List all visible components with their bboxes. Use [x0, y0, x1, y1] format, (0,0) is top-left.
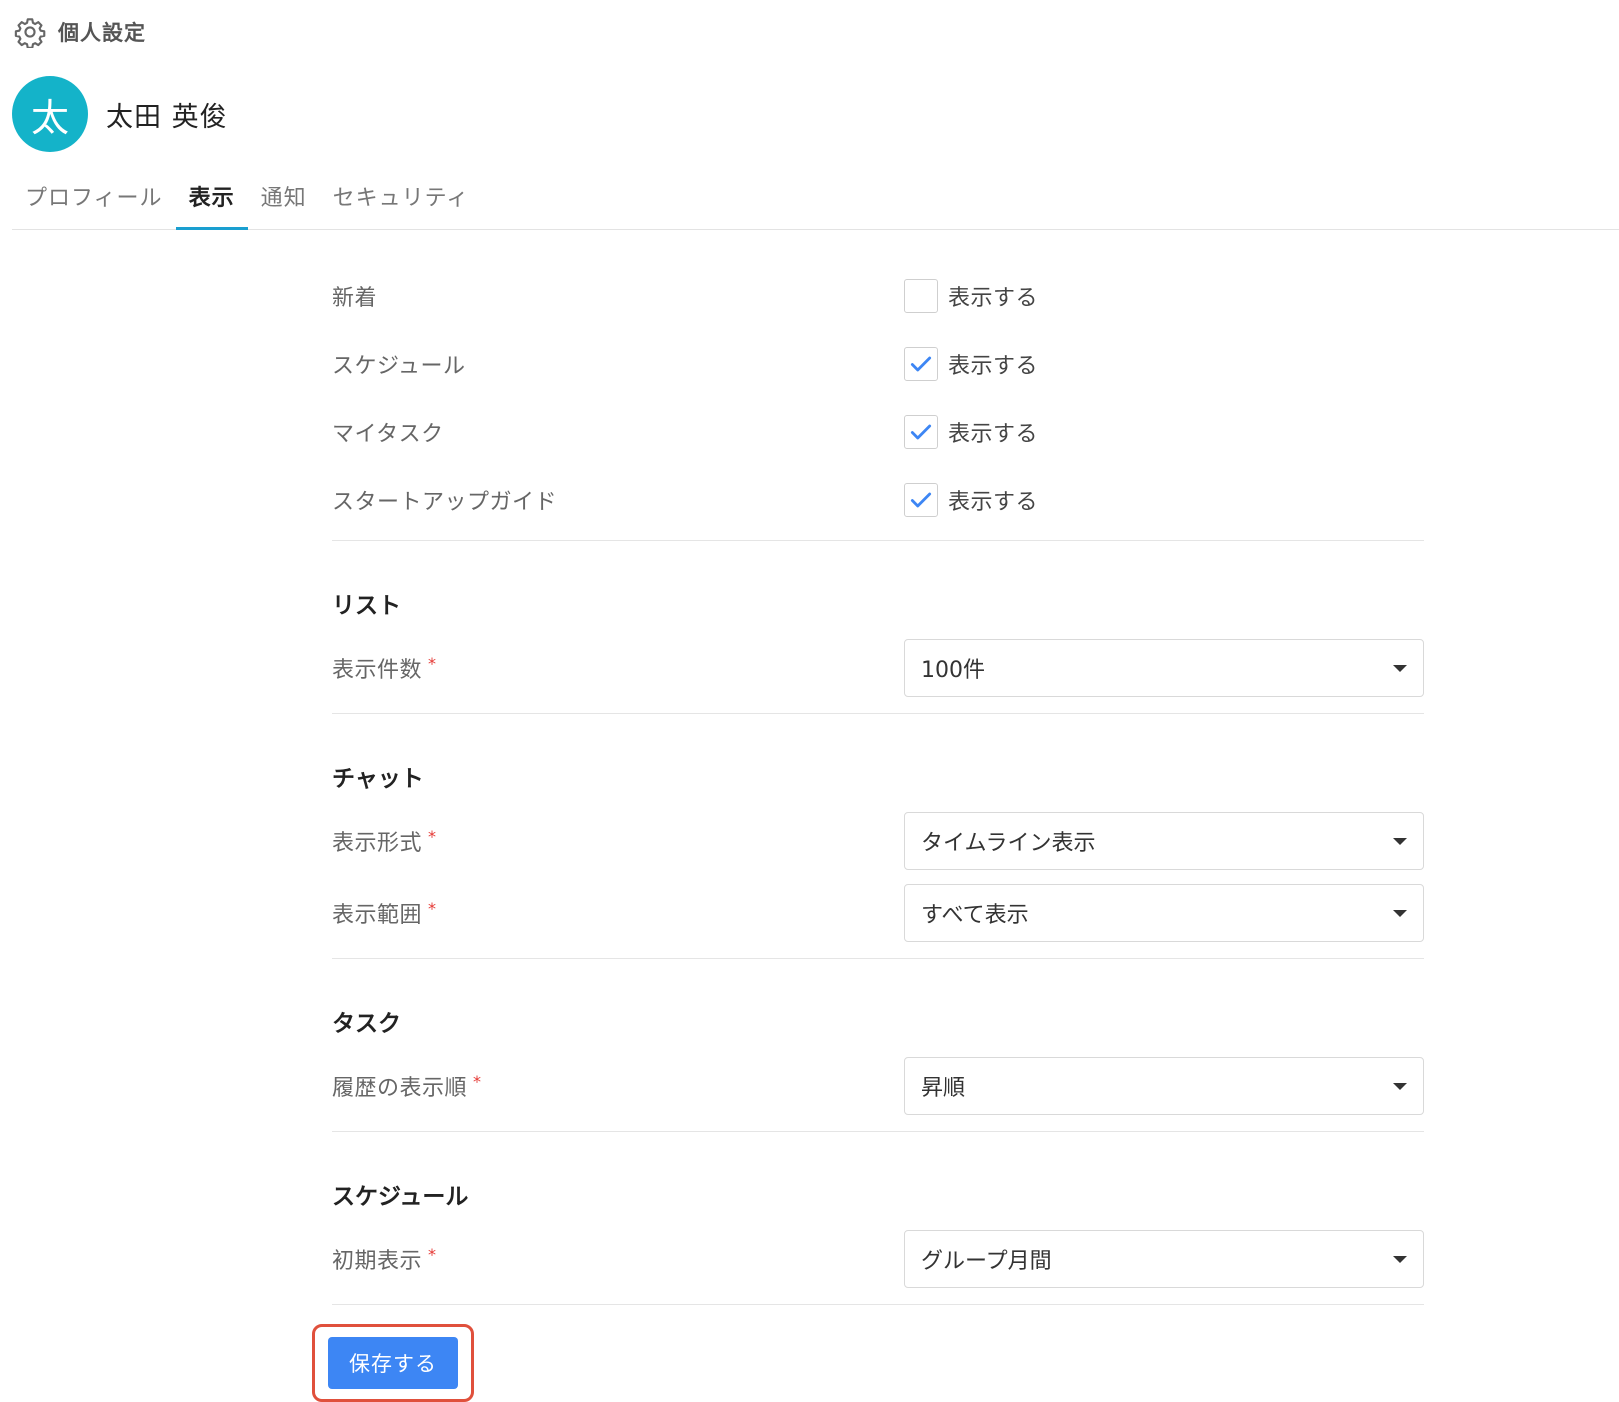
section-title-task: タスク [332, 1011, 401, 1037]
chat-range-label-wrap: 表示範囲 * [332, 897, 904, 929]
checkbox-label: 表示する [948, 354, 1039, 379]
display-item-checkbox[interactable] [904, 483, 938, 517]
gear-icon [14, 18, 46, 48]
user-info: 太 太田 英俊 [12, 76, 228, 152]
display-item-label: スケジュール [332, 354, 466, 379]
save-button-highlight: 保存する [312, 1324, 474, 1402]
required-mark: * [428, 826, 437, 846]
select-value: すべて表示 [921, 903, 1029, 928]
check-icon [910, 356, 932, 372]
schedule-initial-label-wrap: 初期表示 * [332, 1243, 904, 1275]
chat-range-row: 表示範囲 * すべて表示 [332, 884, 1424, 942]
select-value: 昇順 [921, 1076, 966, 1101]
list-count-label: 表示件数 [332, 658, 423, 683]
required-mark: * [473, 1071, 482, 1091]
tab-security[interactable]: セキュリティ [320, 178, 483, 229]
checkbox-label: 表示する [948, 490, 1039, 515]
section-title-list: リスト [332, 593, 401, 619]
display-item-row: 新着 表示する [332, 262, 1424, 330]
display-item-checkbox[interactable] [904, 415, 938, 449]
display-item-checkbox[interactable] [904, 279, 938, 313]
task-order-label-wrap: 履歴の表示順 * [332, 1070, 904, 1102]
chat-format-select[interactable]: タイムライン表示 [904, 812, 1424, 870]
tab-display[interactable]: 表示 [175, 178, 248, 230]
checkbox-label: 表示する [948, 422, 1039, 447]
list-count-row: 表示件数 * 100件 [332, 639, 1424, 697]
divider [332, 1131, 1424, 1132]
chat-format-label: 表示形式 [332, 831, 423, 856]
page-header: 個人設定 [14, 14, 146, 50]
select-value: グループ月間 [921, 1249, 1052, 1274]
display-item-checkbox[interactable] [904, 347, 938, 381]
save-button[interactable]: 保存する [328, 1337, 458, 1389]
display-item-row: スケジュール 表示する [332, 330, 1424, 398]
display-item-label: マイタスク [332, 422, 444, 447]
section-title-chat: チャット [332, 766, 424, 792]
required-mark: * [428, 898, 437, 918]
task-order-row: 履歴の表示順 * 昇順 [332, 1057, 1424, 1115]
display-settings-form: 新着 表示する スケジュール 表示する マイタスク 表示する スタートアップガイ… [332, 262, 1424, 1305]
divider [332, 958, 1424, 959]
required-mark: * [428, 653, 437, 673]
check-icon [910, 424, 932, 440]
display-item-row: マイタスク 表示する [332, 398, 1424, 466]
schedule-initial-select[interactable]: グループ月間 [904, 1230, 1424, 1288]
divider [332, 1304, 1424, 1305]
divider [332, 713, 1424, 714]
select-value: タイムライン表示 [921, 831, 1096, 856]
list-count-select[interactable]: 100件 [904, 639, 1424, 697]
list-count-label-wrap: 表示件数 * [332, 652, 904, 684]
settings-page: 個人設定 太 太田 英俊 プロフィール 表示 通知 セキュリティ 新着 表示する… [0, 0, 1619, 1402]
user-name: 太田 英俊 [106, 101, 228, 133]
chat-range-select[interactable]: すべて表示 [904, 884, 1424, 942]
checkbox-label: 表示する [948, 286, 1039, 311]
task-order-label: 履歴の表示順 [332, 1076, 468, 1101]
tab-profile[interactable]: プロフィール [12, 178, 176, 229]
schedule-initial-label: 初期表示 [332, 1249, 423, 1274]
select-value: 100件 [921, 658, 985, 683]
schedule-initial-row: 初期表示 * グループ月間 [332, 1230, 1424, 1288]
caret-down-icon [1393, 837, 1407, 845]
display-item-label: スタートアップガイド [332, 490, 558, 515]
caret-down-icon [1393, 1255, 1407, 1263]
caret-down-icon [1393, 664, 1407, 672]
chat-format-row: 表示形式 * タイムライン表示 [332, 812, 1424, 870]
chat-range-label: 表示範囲 [332, 903, 423, 928]
settings-tabs: プロフィール 表示 通知 セキュリティ [12, 178, 1619, 230]
tab-notification[interactable]: 通知 [248, 178, 320, 229]
page-title: 個人設定 [58, 21, 146, 45]
caret-down-icon [1393, 909, 1407, 917]
section-title-schedule: スケジュール [332, 1184, 469, 1210]
required-mark: * [428, 1244, 437, 1264]
display-item-row: スタートアップガイド 表示する [332, 466, 1424, 534]
avatar: 太 [12, 76, 88, 152]
caret-down-icon [1393, 1082, 1407, 1090]
display-item-label: 新着 [332, 286, 378, 311]
chat-format-label-wrap: 表示形式 * [332, 825, 904, 857]
divider [332, 540, 1424, 541]
task-order-select[interactable]: 昇順 [904, 1057, 1424, 1115]
check-icon [910, 492, 932, 508]
